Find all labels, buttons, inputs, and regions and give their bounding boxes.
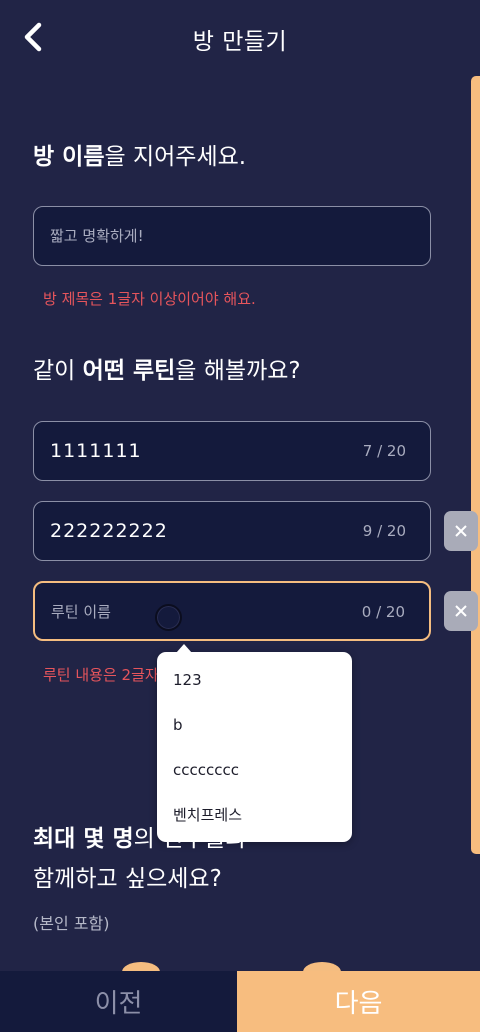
dropdown-caret xyxy=(176,644,192,653)
room-name-title-bold: 방 이름 xyxy=(33,144,105,170)
scrollbar[interactable] xyxy=(471,76,480,854)
routine-title: 같이 어떤 루틴을 해볼까요? xyxy=(33,354,301,388)
members-title-line2: 함께하고 싶으세요? xyxy=(33,866,222,892)
delete-routine-button[interactable] xyxy=(444,511,478,551)
header: 방 만들기 xyxy=(0,0,480,74)
members-title-rest: 의 친구들과 xyxy=(133,826,247,852)
room-name-placeholder: 짧고 명확하게! xyxy=(50,227,144,245)
next-button[interactable]: 다음 xyxy=(237,971,480,1032)
room-name-error: 방 제목은 1글자 이상이어야 해요. xyxy=(43,290,256,308)
room-name-title: 방 이름을 지어주세요. xyxy=(33,140,246,174)
char-count: 9 / 20 xyxy=(362,522,406,540)
members-title-bold: 최대 몇 명 xyxy=(33,826,134,852)
dropdown-option[interactable]: cccccccc xyxy=(157,748,352,793)
autocomplete-dropdown: 123 b cccccccc 벤치프레스 xyxy=(157,644,352,842)
routine-input-1[interactable]: 1111111 7 / 20 xyxy=(33,421,431,481)
members-title: 최대 몇 명의 친구들과 xyxy=(33,822,247,856)
routine-input-2[interactable]: 222222222 9 / 20 xyxy=(33,501,431,561)
prev-button[interactable]: 이전 xyxy=(0,971,237,1032)
delete-routine-button[interactable] xyxy=(444,591,478,631)
routine-title-pre: 같이 xyxy=(33,358,83,384)
routine-input-value: 1111111 xyxy=(50,440,142,462)
page-title: 방 만들기 xyxy=(192,29,288,55)
bottom-bar: 이전 다음 xyxy=(0,971,480,1032)
routine-title-bold: 어떤 루틴 xyxy=(82,358,176,384)
char-count: 0 / 20 xyxy=(361,603,405,621)
touch-cursor xyxy=(155,604,182,631)
routine-error: 루틴 내용은 2글자 xyxy=(43,666,159,684)
room-name-title-rest: 을 지어주세요. xyxy=(104,144,247,170)
routine-input-3[interactable]: 루틴 이름 0 / 20 xyxy=(33,581,431,641)
routine-title-rest: 을 해볼까요? xyxy=(175,358,301,384)
members-note: (본인 포함) xyxy=(33,914,110,933)
char-count: 7 / 20 xyxy=(362,442,406,460)
routine-input-value: 222222222 xyxy=(50,520,168,542)
room-name-input[interactable]: 짧고 명확하게! xyxy=(33,206,431,266)
routine-input-placeholder: 루틴 이름 xyxy=(51,603,111,621)
close-icon xyxy=(455,605,467,617)
close-icon xyxy=(455,525,467,537)
dropdown-option[interactable]: 123 xyxy=(157,658,352,703)
dropdown-option[interactable]: b xyxy=(157,703,352,748)
